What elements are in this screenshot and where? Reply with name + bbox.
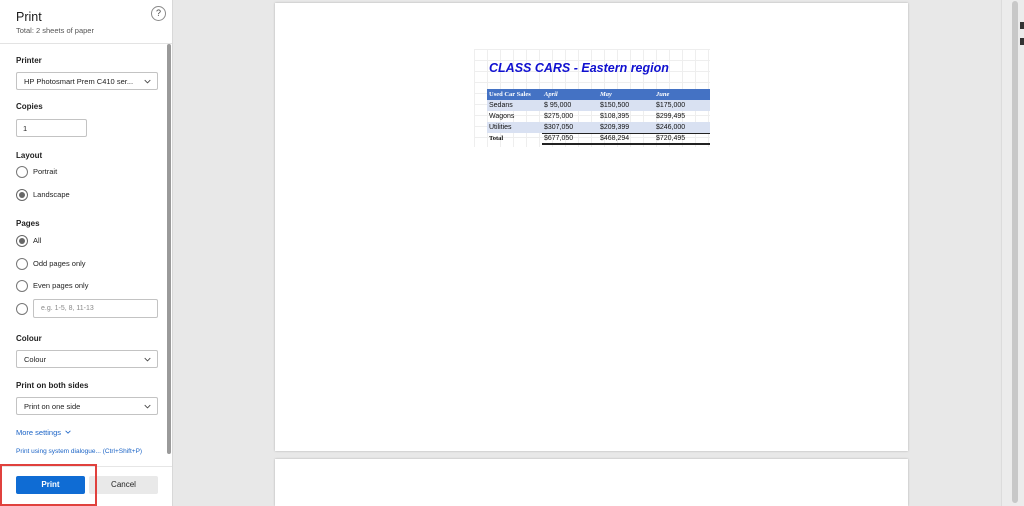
preview-scrollbar[interactable] (1012, 1, 1018, 503)
copies-label: Copies (16, 102, 43, 111)
radio-label: All (33, 236, 42, 245)
table-cell: $ 95,000 (542, 100, 598, 111)
table-cell: $108,395 (600, 113, 630, 120)
table-cell: Wagons (489, 113, 515, 120)
column-header: Used Car Sales (487, 89, 542, 100)
table-cell: $720,495 (654, 132, 710, 145)
print-panel: Print Total: 2 sheets of paper ? Printer… (0, 0, 173, 506)
scrollbar-thumb[interactable] (167, 44, 171, 454)
chevron-down-icon (144, 357, 151, 362)
table-cell: $275,000 (544, 113, 574, 120)
table-row: Utilities $307,050 $209,399 $246,000 (487, 122, 710, 133)
column-header: April (542, 89, 598, 100)
panel-title: Print (16, 10, 42, 24)
both-sides-label: Print on both sides (16, 381, 89, 390)
table-cell: $307,050 (542, 122, 598, 133)
table-cell: $677,050 (542, 132, 598, 145)
radio-circle-selected (16, 189, 28, 201)
table-cell: Utilities (487, 122, 542, 133)
table-cell: Total (489, 135, 504, 142)
table-cell: $468,294 (598, 132, 654, 145)
table-cell: $175,000 (654, 100, 710, 111)
printer-select[interactable]: HP Photosmart Prem C410 ser... (16, 72, 158, 90)
sales-table: Used Car Sales April May June Sedans $ 9… (487, 89, 710, 145)
copies-input[interactable]: 1 (16, 119, 87, 137)
table-cell: $150,500 (598, 100, 654, 111)
colour-value: Colour (24, 355, 47, 364)
radio-circle-selected (16, 235, 28, 247)
chevron-down-icon (144, 404, 151, 409)
column-header: May (598, 89, 654, 100)
radio-circle (16, 258, 28, 270)
sheet-count: Total: 2 sheets of paper (16, 26, 94, 35)
radio-circle (16, 280, 28, 292)
table-cell: $299,495 (656, 113, 686, 120)
system-dialog-link[interactable]: Print using system dialogue... (Ctrl+Shi… (16, 448, 142, 455)
preview-page-2 (275, 459, 908, 506)
table-cell: $246,000 (654, 122, 710, 133)
table-cell: $209,399 (598, 122, 654, 133)
page-range-input[interactable]: e.g. 1-5, 8, 11-13 (33, 299, 158, 318)
column-header: June (654, 89, 710, 100)
printer-value: HP Photosmart Prem C410 ser... (24, 77, 134, 86)
edge-mark (1020, 38, 1024, 45)
table-total-row: Total $677,050 $468,294 $720,495 (487, 132, 710, 145)
both-sides-value: Print on one side (24, 402, 81, 411)
table-cell: Sedans (487, 100, 542, 111)
printer-label: Printer (16, 56, 42, 65)
chevron-down-icon (65, 430, 71, 434)
layout-label: Layout (16, 151, 43, 160)
radio-label: Even pages only (33, 281, 89, 290)
more-settings-label: More settings (16, 428, 62, 437)
chevron-down-icon (144, 79, 151, 84)
table-row: Wagons $275,000 $108,395 $299,495 (487, 111, 710, 122)
table-row: Sedans $ 95,000 $150,500 $175,000 (487, 100, 710, 111)
both-sides-select[interactable]: Print on one side (16, 397, 158, 415)
radio-label: Portrait (33, 167, 58, 176)
panel-scrollbar[interactable] (166, 44, 172, 454)
cancel-button[interactable]: Cancel (89, 476, 158, 494)
colour-select[interactable]: Colour (16, 350, 158, 368)
pages-label: Pages (16, 219, 40, 228)
help-icon[interactable]: ? (151, 6, 166, 21)
radio-label: Landscape (33, 190, 70, 199)
radio-circle (16, 303, 28, 315)
radio-label: Odd pages only (33, 259, 86, 268)
more-settings-link[interactable]: More settings (16, 428, 71, 437)
radio-circle (16, 166, 28, 178)
colour-label: Colour (16, 334, 42, 343)
edge-mark (1020, 22, 1024, 29)
table-header-row: Used Car Sales April May June (487, 89, 710, 100)
sheet-title: CLASS CARS - Eastern region (489, 61, 669, 75)
print-button-highlight (0, 464, 97, 506)
panel-header: Print Total: 2 sheets of paper ? (0, 0, 172, 44)
